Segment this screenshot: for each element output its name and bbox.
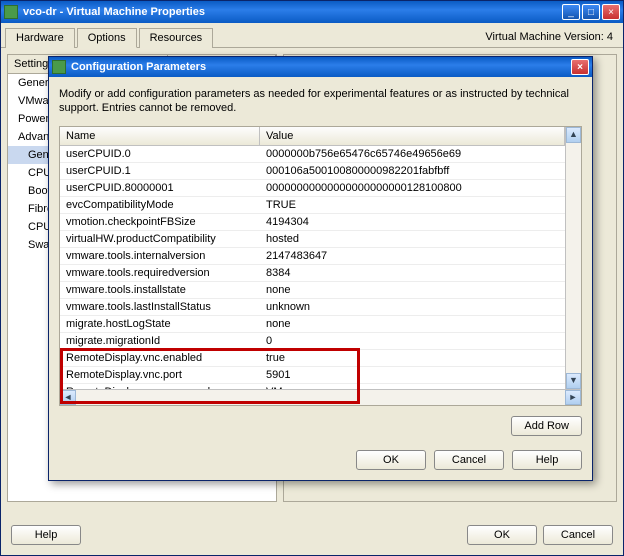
param-value-cell[interactable]: unknown [260, 299, 565, 315]
table-row[interactable]: vmware.tools.installstatenone [60, 282, 565, 299]
param-name-cell[interactable]: migrate.migrationId [60, 333, 260, 349]
modal-title: Configuration Parameters [71, 61, 571, 73]
col-header-value[interactable]: Value [260, 127, 565, 145]
table-row[interactable]: evcCompatibilityModeTRUE [60, 197, 565, 214]
table-row[interactable]: migrate.hostLogStatenone [60, 316, 565, 333]
main-cancel-button[interactable]: Cancel [543, 525, 613, 545]
main-ok-button[interactable]: OK [467, 525, 537, 545]
modal-titlebar[interactable]: Configuration Parameters × [49, 57, 592, 77]
scroll-track-v[interactable] [566, 143, 581, 373]
param-name-cell[interactable]: migrate.hostLogState [60, 316, 260, 332]
param-name-cell[interactable]: RemoteDisplay.vnc.port [60, 367, 260, 383]
modal-app-icon [52, 60, 66, 74]
param-value-cell[interactable]: TRUE [260, 197, 565, 213]
app-icon [4, 5, 18, 19]
table-row[interactable]: vmware.tools.lastInstallStatusunknown [60, 299, 565, 316]
table-row[interactable]: userCPUID.800000010000000000000000000000… [60, 180, 565, 197]
param-name-cell[interactable]: userCPUID.80000001 [60, 180, 260, 196]
modal-close-button[interactable]: × [571, 59, 589, 75]
param-value-cell[interactable]: none [260, 282, 565, 298]
param-name-cell[interactable]: userCPUID.1 [60, 163, 260, 179]
minimize-button[interactable]: _ [562, 4, 580, 20]
param-value-cell[interactable]: 000106a500100800000982201fabfbff [260, 163, 565, 179]
scroll-left-icon[interactable]: ◄ [60, 390, 76, 405]
table-row[interactable]: vmware.tools.requiredversion8384 [60, 265, 565, 282]
param-value-cell[interactable]: 0000000b756e65476c65746e49656e69 [260, 146, 565, 162]
main-titlebar[interactable]: vco-dr - Virtual Machine Properties _ □ … [1, 1, 623, 23]
scroll-up-icon[interactable]: ▲ [566, 127, 581, 143]
col-header-name[interactable]: Name [60, 127, 260, 145]
table-row[interactable]: virtualHW.productCompatibilityhosted [60, 231, 565, 248]
modal-description: Modify or add configuration parameters a… [59, 87, 582, 116]
param-table: Name Value userCPUID.00000000b756e65476c… [59, 126, 582, 406]
add-row-button[interactable]: Add Row [511, 416, 582, 436]
param-value-cell[interactable]: true [260, 350, 565, 366]
param-value-cell[interactable]: 0 [260, 333, 565, 349]
param-value-cell[interactable]: 8384 [260, 265, 565, 281]
param-value-cell[interactable]: 00000000000000000000000128100800 [260, 180, 565, 196]
table-row[interactable]: vmotion.checkpointFBSize4194304 [60, 214, 565, 231]
main-window: vco-dr - Virtual Machine Properties _ □ … [0, 0, 624, 556]
param-name-cell[interactable]: vmware.tools.requiredversion [60, 265, 260, 281]
config-params-dialog: Configuration Parameters × Modify or add… [48, 56, 593, 481]
table-row[interactable]: userCPUID.1000106a500100800000982201fabf… [60, 163, 565, 180]
table-row[interactable]: RemoteDisplay.vnc.enabledtrue [60, 350, 565, 367]
param-value-cell[interactable]: hosted [260, 231, 565, 247]
tab-hardware[interactable]: Hardware [5, 28, 75, 48]
param-value-cell[interactable]: 5901 [260, 367, 565, 383]
modal-help-button[interactable]: Help [512, 450, 582, 470]
param-name-cell[interactable]: vmware.tools.internalversion [60, 248, 260, 264]
table-row[interactable]: vmware.tools.internalversion2147483647 [60, 248, 565, 265]
param-value-cell[interactable]: 2147483647 [260, 248, 565, 264]
maximize-button[interactable]: □ [582, 4, 600, 20]
tab-options[interactable]: Options [77, 28, 137, 48]
horizontal-scrollbar[interactable]: ◄ ► [60, 389, 581, 405]
table-row[interactable]: RemoteDisplay.vnc.port5901 [60, 367, 565, 384]
vertical-scrollbar[interactable]: ▲ ▼ [565, 127, 581, 389]
vm-version-label: Virtual Machine Version: 4 [485, 31, 613, 43]
param-name-cell[interactable]: RemoteDisplay.vnc.enabled [60, 350, 260, 366]
scroll-down-icon[interactable]: ▼ [566, 373, 581, 389]
main-title: vco-dr - Virtual Machine Properties [23, 6, 562, 18]
param-name-cell[interactable]: vmware.tools.installstate [60, 282, 260, 298]
table-row[interactable]: migrate.migrationId0 [60, 333, 565, 350]
param-name-cell[interactable]: vmware.tools.lastInstallStatus [60, 299, 260, 315]
modal-ok-button[interactable]: OK [356, 450, 426, 470]
scroll-track-h[interactable] [76, 390, 565, 405]
tab-resources[interactable]: Resources [139, 28, 214, 48]
param-value-cell[interactable]: none [260, 316, 565, 332]
param-name-cell[interactable]: virtualHW.productCompatibility [60, 231, 260, 247]
main-help-button[interactable]: Help [11, 525, 81, 545]
table-row[interactable]: userCPUID.00000000b756e65476c65746e49656… [60, 146, 565, 163]
modal-cancel-button[interactable]: Cancel [434, 450, 504, 470]
scroll-right-icon[interactable]: ► [565, 390, 581, 405]
param-name-cell[interactable]: vmotion.checkpointFBSize [60, 214, 260, 230]
param-value-cell[interactable]: 4194304 [260, 214, 565, 230]
close-button[interactable]: × [602, 4, 620, 20]
param-name-cell[interactable]: evcCompatibilityMode [60, 197, 260, 213]
param-name-cell[interactable]: userCPUID.0 [60, 146, 260, 162]
